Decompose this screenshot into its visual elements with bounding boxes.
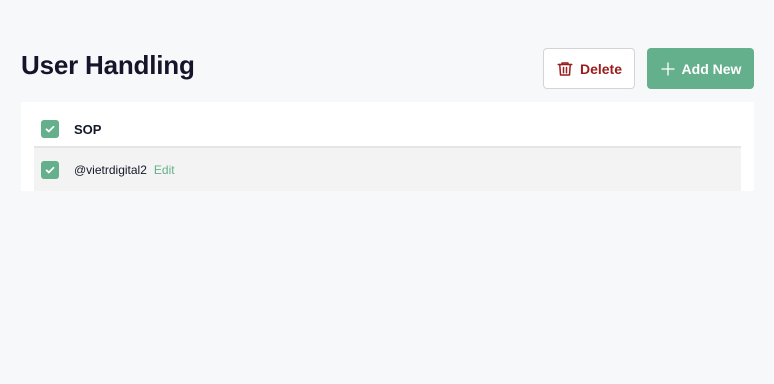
plus-icon bbox=[660, 61, 675, 76]
edit-link[interactable]: Edit bbox=[154, 163, 175, 177]
table-header-row: SOP bbox=[34, 112, 741, 148]
page-title: User Handling bbox=[21, 50, 195, 80]
add-new-button[interactable]: Add New bbox=[647, 48, 754, 89]
checkmark-icon bbox=[45, 166, 55, 173]
user-table: SOP @vietrdigital2 Edit bbox=[21, 102, 754, 191]
checkmark-icon bbox=[45, 125, 55, 133]
user-handle: @vietrdigital2 bbox=[74, 162, 147, 177]
column-header-sop: SOP bbox=[74, 121, 102, 137]
trash-icon bbox=[557, 61, 573, 76]
add-new-button-label: Add New bbox=[681, 60, 742, 77]
page: User Handling Delete Add New SOP @vietrd… bbox=[0, 0, 774, 384]
table-row: @vietrdigital2 Edit bbox=[34, 148, 741, 191]
delete-button[interactable]: Delete bbox=[543, 48, 635, 89]
select-all-checkbox[interactable] bbox=[41, 120, 59, 138]
delete-button-label: Delete bbox=[579, 60, 623, 77]
row-checkbox[interactable] bbox=[41, 160, 59, 179]
